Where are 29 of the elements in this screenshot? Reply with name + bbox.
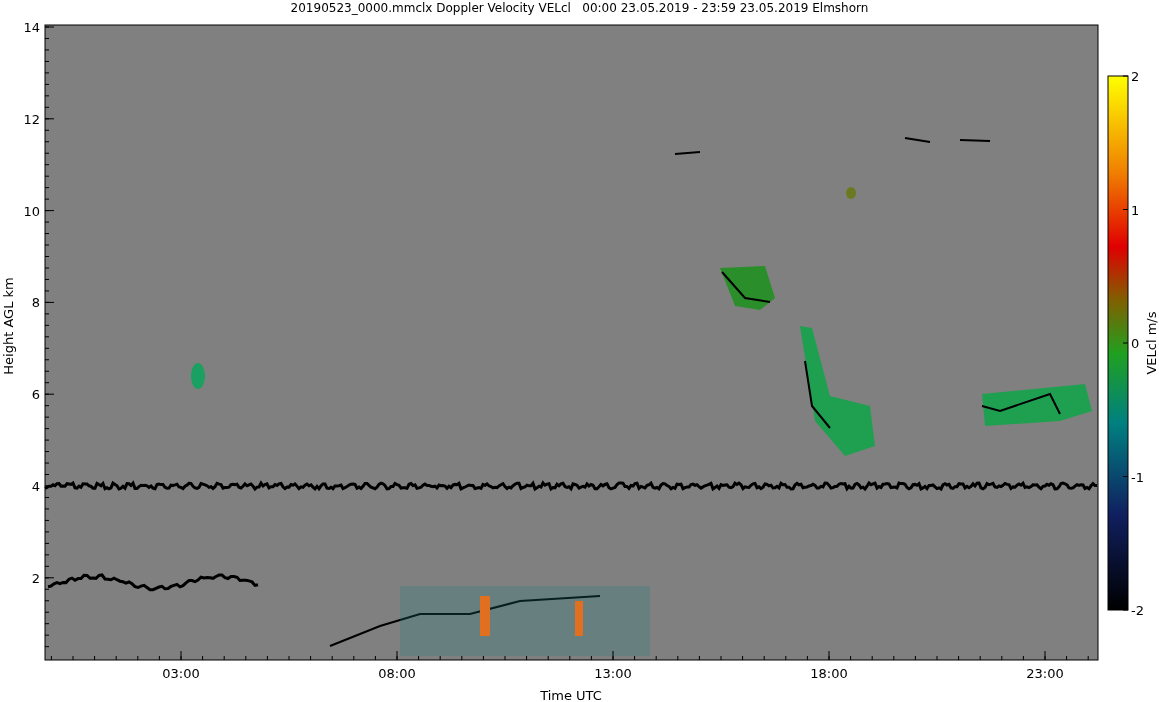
- colorbar-tick-label: 1: [1131, 202, 1140, 218]
- echo-line: [804, 360, 831, 429]
- colorbar-label: VELcl m/s: [1144, 311, 1159, 375]
- y-tick-label: 6: [31, 387, 40, 403]
- echo-patch: [191, 363, 205, 389]
- echo-line: [674, 151, 701, 155]
- x-tick-label: 03:00: [162, 666, 200, 681]
- x-tick-label: 13:00: [594, 666, 632, 681]
- echo-patch: [720, 266, 775, 310]
- echo-line: [721, 271, 771, 303]
- colorbar-tick-label: -1: [1131, 469, 1144, 485]
- y-tick-label: 8: [31, 295, 40, 311]
- y-tick-label: 14: [23, 20, 40, 35]
- x-axis-label: Time UTC: [540, 688, 602, 702]
- y-tick-label: 12: [23, 111, 40, 127]
- x-tick-label: 23:00: [1026, 666, 1064, 681]
- y-axis-label: Height AGL km: [1, 277, 16, 375]
- y-tick-label: 4: [31, 479, 40, 494]
- echo-line: [904, 137, 931, 143]
- colorbar-tick-label: 2: [1131, 69, 1140, 84]
- colorbar-tick-label: -2: [1131, 603, 1144, 618]
- chart-title: 20190523_0000.mmclx Doppler Velocity VELcl 00:00 23.05.2019 - 23:59 23.05.2019 Elmshorn: [289, 0, 870, 16]
- echo-patch: [846, 187, 856, 199]
- x-tick-label: 18:00: [810, 666, 848, 681]
- y-tick-label: 2: [31, 570, 40, 586]
- y-tick-label: 10: [23, 203, 40, 219]
- colorbar-tick-label: 0: [1131, 336, 1140, 351]
- x-tick-label: 08:00: [378, 666, 416, 681]
- echo-line: [959, 139, 991, 142]
